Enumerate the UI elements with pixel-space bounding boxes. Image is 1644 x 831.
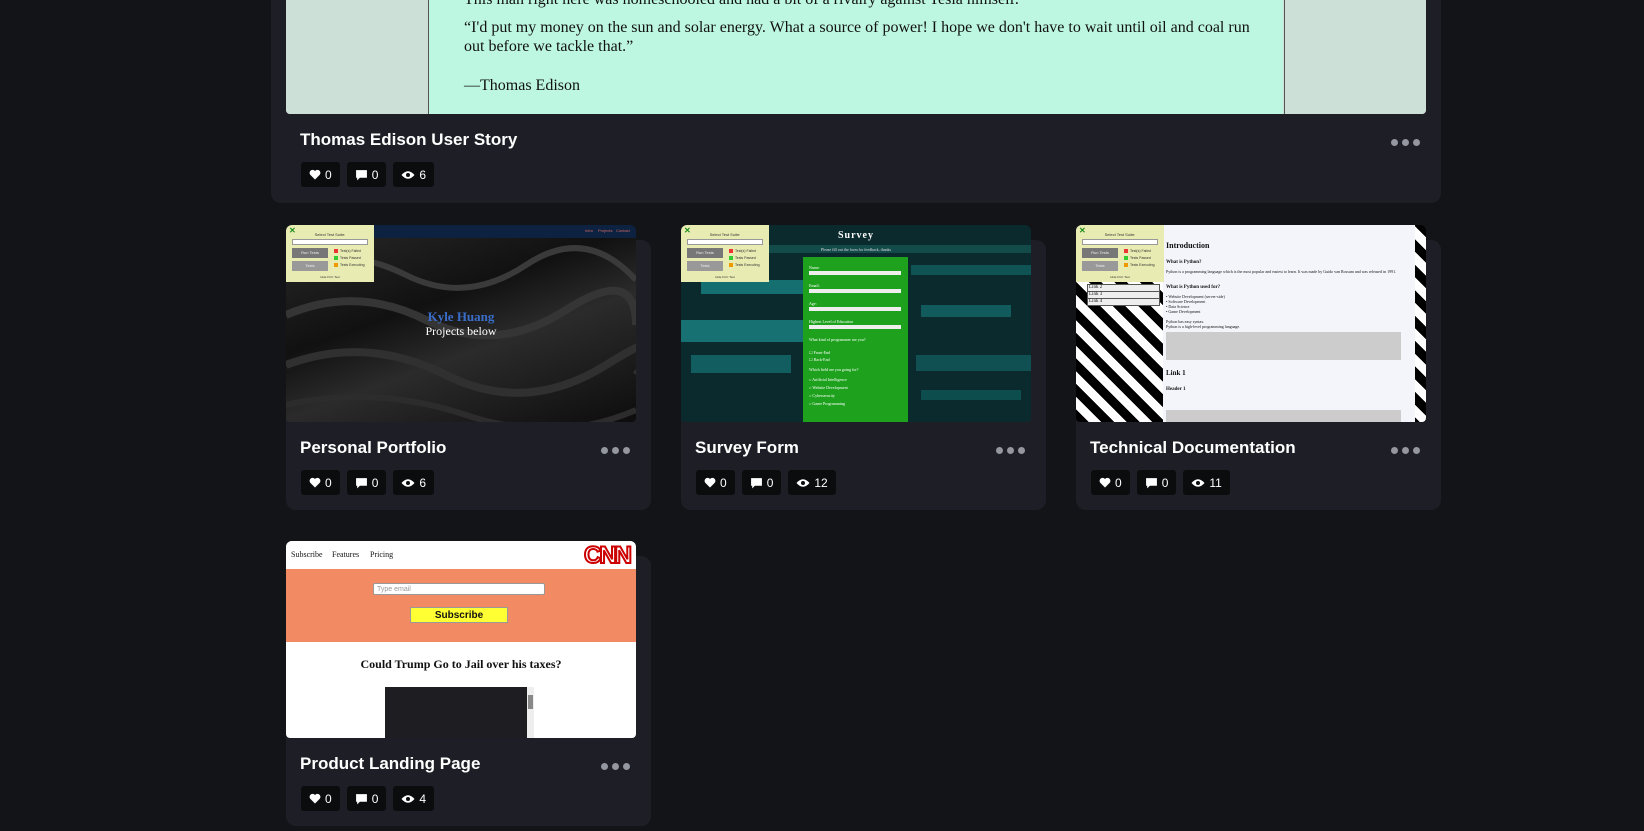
landing-navbar: Subscribe Features Pricing CNN bbox=[286, 541, 636, 570]
survey-heading: Survey bbox=[838, 230, 874, 241]
project-preview-edison[interactable]: This man right here was homeschooled and… bbox=[286, 0, 1426, 114]
comment-button[interactable]: 0 bbox=[1136, 470, 1177, 495]
eye-icon bbox=[401, 170, 415, 179]
techdoc-navbar: Link 2 Link 3 Link 4 bbox=[1087, 284, 1160, 306]
view-count-badge: 12 bbox=[788, 470, 836, 495]
like-button[interactable]: 0 bbox=[696, 470, 735, 495]
email-input[interactable]: Type email bbox=[373, 583, 545, 595]
edison-intro-line: This man right here was homeschooled and… bbox=[464, 0, 1019, 9]
like-count: 0 bbox=[720, 475, 727, 490]
code-block bbox=[1166, 332, 1401, 360]
comment-button[interactable]: 0 bbox=[346, 786, 387, 811]
comment-icon bbox=[355, 477, 367, 488]
comment-icon bbox=[1145, 477, 1157, 488]
code-block bbox=[1166, 410, 1401, 422]
edison-left-panel bbox=[286, 0, 429, 114]
more-options-icon[interactable] bbox=[996, 445, 1025, 455]
comment-button[interactable]: 0 bbox=[741, 470, 782, 495]
stats-landing: 0 0 4 bbox=[301, 786, 435, 811]
project-title-techdoc[interactable]: Technical Documentation bbox=[1090, 438, 1296, 458]
nav-subscribe[interactable]: Subscribe bbox=[291, 550, 323, 559]
like-button[interactable]: 0 bbox=[301, 162, 340, 187]
project-preview-techdoc[interactable]: Introduction What is Python? Python is a… bbox=[1076, 225, 1426, 422]
fcc-test-suite-panel: ✕ Select Test Suite: Run Tests Tests Tes… bbox=[286, 225, 374, 282]
stats-techdoc: 0 0 11 bbox=[1091, 470, 1230, 495]
view-count-badge: 6 bbox=[393, 470, 435, 495]
portfolio-subtitle: Projects below bbox=[425, 324, 497, 338]
comment-button[interactable]: 0 bbox=[346, 470, 387, 495]
signup-banner: Type email Subscribe bbox=[286, 569, 636, 642]
scrollbar[interactable] bbox=[527, 687, 534, 738]
eye-icon bbox=[1191, 478, 1205, 487]
comment-count: 0 bbox=[766, 475, 774, 490]
edison-content-panel: This man right here was homeschooled and… bbox=[429, 0, 1283, 114]
cnn-logo: CNN bbox=[583, 541, 633, 570]
subscribe-button[interactable]: Subscribe bbox=[410, 607, 508, 623]
view-count: 6 bbox=[419, 167, 427, 182]
project-preview-portfolio[interactable]: Intro Projects Contact ✕ Select Test Sui… bbox=[286, 225, 636, 422]
heart-icon bbox=[309, 169, 321, 180]
eye-icon bbox=[401, 794, 415, 803]
view-count-badge: 11 bbox=[1183, 470, 1230, 495]
like-button[interactable]: 0 bbox=[301, 470, 340, 495]
landing-headline: Could Trump Go to Jail over his taxes? bbox=[360, 657, 562, 671]
like-count: 0 bbox=[1115, 475, 1122, 490]
edison-right-panel bbox=[1284, 0, 1426, 114]
view-count-badge: 4 bbox=[393, 786, 435, 811]
project-title-edison[interactable]: Thomas Edison User Story bbox=[300, 130, 517, 150]
heart-icon bbox=[309, 477, 321, 488]
techdoc-content: Introduction What is Python? Python is a… bbox=[1163, 225, 1415, 422]
fcc-test-suite-panel: ✕ Select Test Suite: Run Tests Tests Tes… bbox=[1076, 225, 1164, 282]
comment-count: 0 bbox=[371, 475, 379, 490]
project-title-portfolio[interactable]: Personal Portfolio bbox=[300, 438, 446, 458]
project-preview-survey[interactable]: ✕ Select Test Suite: Run Tests Tests Tes… bbox=[681, 225, 1031, 422]
heart-icon bbox=[309, 793, 321, 804]
like-count: 0 bbox=[325, 167, 332, 182]
view-count: 12 bbox=[814, 475, 828, 490]
comment-count: 0 bbox=[371, 791, 379, 806]
like-count: 0 bbox=[325, 475, 332, 490]
stats-survey: 0 0 12 bbox=[696, 470, 836, 495]
comment-count: 0 bbox=[371, 167, 379, 182]
video-player[interactable] bbox=[385, 687, 534, 738]
project-title-landing[interactable]: Product Landing Page bbox=[300, 754, 480, 774]
heart-icon bbox=[704, 477, 716, 488]
more-options-icon[interactable] bbox=[601, 445, 630, 455]
nav-features[interactable]: Features bbox=[332, 550, 359, 559]
view-count-badge: 6 bbox=[393, 162, 435, 187]
comment-icon bbox=[355, 169, 367, 180]
view-count: 11 bbox=[1209, 475, 1222, 490]
nav-projects[interactable]: Projects bbox=[598, 228, 612, 233]
more-options-icon[interactable] bbox=[601, 761, 630, 771]
comment-icon bbox=[355, 793, 367, 804]
edison-quote: “I'd put my money on the sun and solar e… bbox=[464, 19, 1250, 55]
comment-icon bbox=[750, 477, 762, 488]
eye-icon bbox=[796, 478, 810, 487]
more-options-icon[interactable] bbox=[1391, 137, 1420, 147]
like-button[interactable]: 0 bbox=[301, 786, 340, 811]
heart-icon bbox=[1099, 477, 1111, 488]
like-button[interactable]: 0 bbox=[1091, 470, 1130, 495]
eye-icon bbox=[401, 478, 415, 487]
view-count: 6 bbox=[419, 475, 427, 490]
stats-edison: 0 0 6 bbox=[301, 162, 435, 187]
survey-form: Name: Email: Age: Highest Level of Educa… bbox=[803, 257, 908, 422]
project-title-survey[interactable]: Survey Form bbox=[695, 438, 799, 458]
comment-button[interactable]: 0 bbox=[346, 162, 387, 187]
stats-portfolio: 0 0 6 bbox=[301, 470, 435, 495]
nav-intro[interactable]: Intro bbox=[585, 228, 593, 233]
nav-pricing[interactable]: Pricing bbox=[370, 550, 393, 559]
comment-count: 0 bbox=[1161, 475, 1169, 490]
nav-contact[interactable]: Contact bbox=[616, 228, 630, 233]
edison-author: —Thomas Edison bbox=[464, 77, 580, 94]
survey-intro: Please fill out the form for feedback, t… bbox=[820, 247, 892, 252]
project-preview-landing[interactable]: Subscribe Features Pricing CNN Type emai… bbox=[286, 541, 636, 738]
portfolio-name: Kyle Huang bbox=[427, 309, 495, 324]
more-options-icon[interactable] bbox=[1391, 445, 1420, 455]
like-count: 0 bbox=[325, 791, 332, 806]
view-count: 4 bbox=[419, 791, 427, 806]
